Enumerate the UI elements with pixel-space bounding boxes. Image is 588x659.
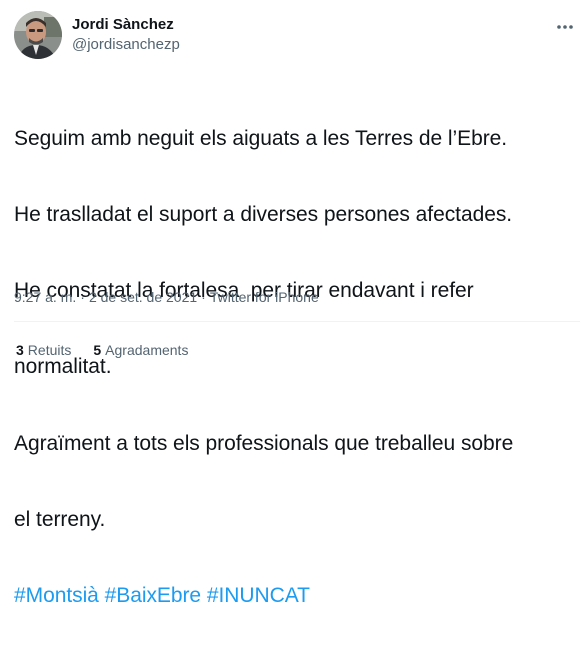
retweets-stat[interactable]: 3 Retuits bbox=[16, 340, 71, 360]
hashtag-row: #Montsià #BaixEbre #INUNCAT bbox=[14, 583, 579, 608]
tweet-source[interactable]: Twitter for iPhone bbox=[210, 287, 319, 307]
tweet-text: Seguim amb neguit els aiguats a les Terr… bbox=[14, 75, 579, 659]
retweets-label: Retuits bbox=[27, 342, 72, 358]
tweet-line: el terreny. bbox=[14, 507, 106, 531]
tweet-line: Seguim amb neguit els aiguats a les Terr… bbox=[14, 126, 508, 150]
tweet-line: He traslladat el suport a diverses perso… bbox=[14, 203, 513, 227]
more-dots-icon bbox=[557, 25, 573, 29]
meta-separator: · bbox=[80, 289, 85, 305]
tweet-time[interactable]: 9:27 a. m. bbox=[14, 287, 76, 307]
avatar-photo-icon bbox=[14, 11, 62, 59]
avatar[interactable] bbox=[14, 11, 62, 59]
retweets-count: 3 bbox=[16, 342, 24, 358]
more-options-button[interactable] bbox=[550, 12, 580, 42]
likes-count: 5 bbox=[93, 342, 102, 358]
author-names: Jordi Sànchez @jordisanchezp bbox=[72, 15, 180, 55]
divider bbox=[14, 321, 580, 322]
tweet-meta: 9:27 a. m. · 2 de set. de 2021 · Twitter… bbox=[14, 287, 319, 307]
likes-stat[interactable]: 5 Agradaments bbox=[93, 340, 188, 360]
hashtag-link[interactable]: #INUNCAT bbox=[207, 584, 310, 607]
author-handle[interactable]: @jordisanchezp bbox=[72, 35, 180, 55]
tweet-card: Jordi Sànchez @jordisanchezp Seguim amb … bbox=[0, 0, 588, 607]
likes-label: Agradaments bbox=[105, 342, 189, 358]
meta-separator: · bbox=[201, 289, 206, 305]
hashtag-link[interactable]: #BaixEbre bbox=[105, 584, 202, 607]
tweet-stats: 3 Retuits 5 Agradaments bbox=[16, 340, 210, 360]
tweet-date[interactable]: 2 de set. de 2021 bbox=[89, 287, 197, 307]
tweet-line: Agraïment a tots els professionals que t… bbox=[14, 431, 514, 455]
tweet-header: Jordi Sànchez @jordisanchezp bbox=[14, 11, 180, 59]
hashtag-link[interactable]: #Montsià bbox=[14, 584, 99, 607]
author-display-name[interactable]: Jordi Sànchez bbox=[72, 15, 180, 35]
